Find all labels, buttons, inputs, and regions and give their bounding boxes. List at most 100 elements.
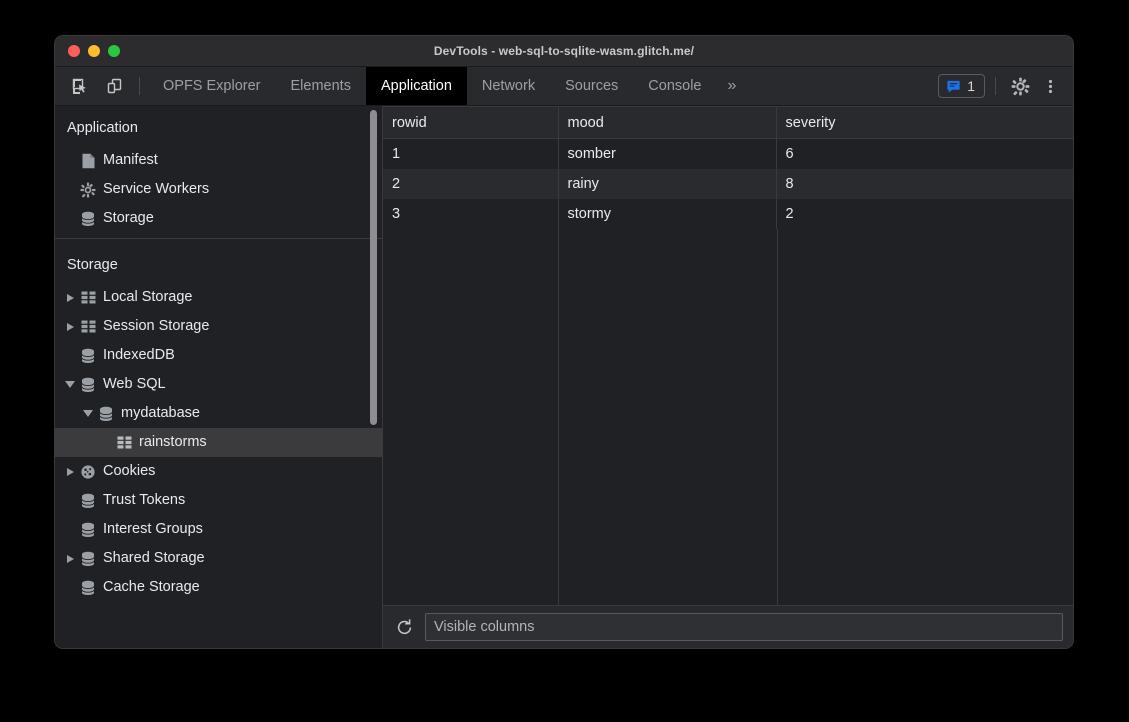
sidebar-item-rainstorms[interactable]: rainstorms <box>55 428 382 457</box>
tab-opfs-explorer[interactable]: OPFS Explorer <box>148 67 276 105</box>
sidebar-item-mydatabase[interactable]: mydatabase <box>55 399 382 428</box>
tab-network[interactable]: Network <box>467 67 550 105</box>
sidebar-item-label: mydatabase <box>121 406 200 421</box>
sidebar-group-storage: Local Storage Session Storage <box>55 283 382 602</box>
sidebar-item-label: Trust Tokens <box>103 493 185 508</box>
database-icon <box>77 580 99 596</box>
data-table: rowid mood severity 1 somber 6 2 <box>383 107 1073 229</box>
filler-column <box>778 229 1073 605</box>
column-header-mood[interactable]: mood <box>558 107 776 139</box>
cell-mood[interactable]: somber <box>558 139 776 170</box>
column-header-rowid[interactable]: rowid <box>383 107 558 139</box>
sidebar-item-service-workers[interactable]: Service Workers <box>55 175 382 204</box>
close-window-button[interactable] <box>68 45 80 57</box>
traffic-light-group <box>55 45 120 57</box>
database-icon <box>77 377 99 393</box>
toolbar-divider <box>139 77 140 95</box>
sidebar-item-indexeddb[interactable]: IndexedDB <box>55 341 382 370</box>
data-grid: rowid mood severity 1 somber 6 2 <box>383 106 1073 605</box>
sidebar-group-application: Manifest <box>55 146 382 233</box>
table-row[interactable]: 2 rainy 8 <box>383 169 1073 199</box>
cell-mood[interactable]: stormy <box>558 199 776 229</box>
main-panel: rowid mood severity 1 somber 6 2 <box>383 106 1073 648</box>
database-icon <box>77 348 99 364</box>
data-grid-empty-area <box>383 229 1073 605</box>
chevron-right-icon[interactable] <box>63 294 77 302</box>
window-title: DevTools - web-sql-to-sqlite-wasm.glitch… <box>55 44 1073 58</box>
sidebar-item-label: IndexedDB <box>103 348 175 363</box>
device-toolbar-icon[interactable] <box>97 67 131 105</box>
minimize-window-button[interactable] <box>88 45 100 57</box>
sidebar-item-label: rainstorms <box>139 435 207 450</box>
sidebar-item-label: Shared Storage <box>103 551 205 566</box>
cell-rowid[interactable]: 2 <box>383 169 558 199</box>
sidebar-item-storage[interactable]: Storage <box>55 204 382 233</box>
chevron-down-icon[interactable] <box>63 381 77 388</box>
sidebar-item-label: Interest Groups <box>103 522 203 537</box>
refresh-icon[interactable] <box>391 614 417 640</box>
sidebar-item-label: Cookies <box>103 464 155 479</box>
sidebar-scrollbar[interactable] <box>369 106 378 648</box>
chevron-down-icon[interactable] <box>81 410 95 417</box>
tab-bar-right-controls: 1 <box>938 67 1073 105</box>
chevron-right-icon[interactable] <box>63 555 77 563</box>
sidebar-item-label: Local Storage <box>103 290 192 305</box>
sidebar-item-label: Cache Storage <box>103 580 200 595</box>
database-icon <box>95 406 117 422</box>
data-grid-toolbar <box>383 605 1073 648</box>
database-icon <box>77 522 99 538</box>
cell-rowid[interactable]: 1 <box>383 139 558 170</box>
table-row[interactable]: 3 stormy 2 <box>383 199 1073 229</box>
tab-application[interactable]: Application <box>366 67 467 105</box>
gear-icon[interactable] <box>1005 71 1035 101</box>
cell-severity[interactable]: 2 <box>776 199 1073 229</box>
document-icon <box>77 153 99 169</box>
sidebar-item-trust-tokens[interactable]: Trust Tokens <box>55 486 382 515</box>
sidebar-item-cookies[interactable]: Cookies <box>55 457 382 486</box>
filler-column <box>383 229 559 605</box>
cookie-icon <box>77 464 99 480</box>
application-sidebar: Application Manifest <box>55 106 383 648</box>
vertical-dots-icon[interactable] <box>1035 71 1065 101</box>
sidebar-item-shared-storage[interactable]: Shared Storage <box>55 544 382 573</box>
table-row[interactable]: 1 somber 6 <box>383 139 1073 170</box>
sidebar-item-manifest[interactable]: Manifest <box>55 146 382 175</box>
more-tabs-chevron-icon[interactable]: » <box>716 67 747 105</box>
column-header-severity[interactable]: severity <box>776 107 1073 139</box>
database-icon <box>77 493 99 509</box>
tab-sources[interactable]: Sources <box>550 67 633 105</box>
table-grid-icon <box>77 291 99 304</box>
visible-columns-input[interactable] <box>425 613 1063 641</box>
gear-icon <box>77 182 99 198</box>
tab-elements[interactable]: Elements <box>276 67 366 105</box>
sidebar-section-title-storage: Storage <box>55 239 382 283</box>
sidebar-section-title-application: Application <box>55 106 382 146</box>
database-icon <box>77 551 99 567</box>
message-bubble-icon <box>946 79 961 94</box>
maximize-window-button[interactable] <box>108 45 120 57</box>
sidebar-item-label: Service Workers <box>103 182 209 197</box>
sidebar-item-local-storage[interactable]: Local Storage <box>55 283 382 312</box>
database-icon <box>77 211 99 227</box>
cell-severity[interactable]: 8 <box>776 169 1073 199</box>
cell-mood[interactable]: rainy <box>558 169 776 199</box>
title-bar: DevTools - web-sql-to-sqlite-wasm.glitch… <box>55 36 1073 67</box>
sidebar-item-label: Web SQL <box>103 377 166 392</box>
message-count-badge[interactable]: 1 <box>938 74 985 98</box>
cell-severity[interactable]: 6 <box>776 139 1073 170</box>
table-grid-icon <box>77 320 99 333</box>
sidebar-scrollbar-thumb[interactable] <box>370 110 377 425</box>
table-header-row: rowid mood severity <box>383 107 1073 139</box>
sidebar-item-cache-storage[interactable]: Cache Storage <box>55 573 382 602</box>
devtools-body: Application Manifest <box>55 106 1073 648</box>
sidebar-item-label: Manifest <box>103 153 158 168</box>
tab-console[interactable]: Console <box>633 67 716 105</box>
inspect-element-icon[interactable] <box>63 67 97 105</box>
filler-column <box>559 229 778 605</box>
sidebar-item-web-sql[interactable]: Web SQL <box>55 370 382 399</box>
chevron-right-icon[interactable] <box>63 323 77 331</box>
sidebar-item-interest-groups[interactable]: Interest Groups <box>55 515 382 544</box>
sidebar-item-session-storage[interactable]: Session Storage <box>55 312 382 341</box>
chevron-right-icon[interactable] <box>63 468 77 476</box>
cell-rowid[interactable]: 3 <box>383 199 558 229</box>
